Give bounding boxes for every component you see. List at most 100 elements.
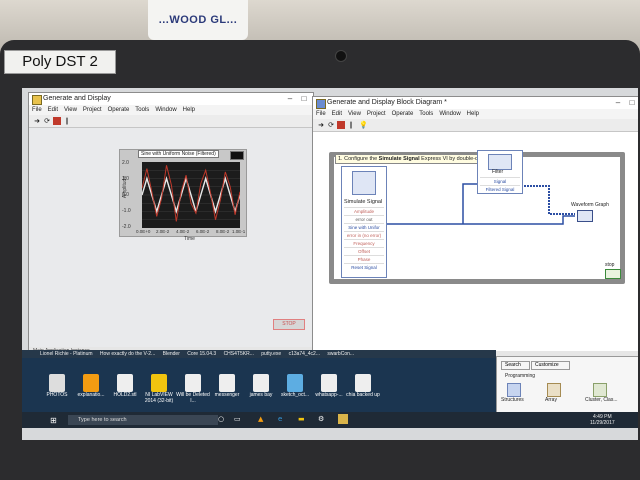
- waveform-chart[interactable]: Sine with Uniform Noise (Filtered) Ampli…: [119, 149, 247, 242]
- taskbar-search-input[interactable]: Type here to search: [68, 415, 218, 425]
- labview-diagram-icon: [316, 99, 326, 109]
- desktop-item[interactable]: CHS4T5KR...: [224, 351, 254, 357]
- labview-taskbar-icon[interactable]: [338, 414, 348, 424]
- run-arrow-icon[interactable]: ➜: [33, 117, 41, 125]
- desktop-icon[interactable]: sketch_oct...: [278, 374, 312, 398]
- menu-tools[interactable]: Tools: [416, 109, 436, 119]
- windows-start-icon[interactable]: ⊞: [50, 416, 57, 425]
- desktop-item[interactable]: Core 15.04.3: [187, 351, 216, 357]
- array-icon[interactable]: [547, 383, 561, 397]
- desktop-icon[interactable]: messenger: [210, 374, 244, 398]
- block-diagram-canvas: 1. Configure the Simulate Signal Express…: [313, 132, 638, 351]
- palette-search-button[interactable]: Search: [501, 361, 530, 370]
- desktop-icon[interactable]: HOLD2.stl: [108, 374, 142, 398]
- webcam: [335, 50, 347, 62]
- cortana-icon[interactable]: ○: [218, 415, 224, 423]
- desktop-icon[interactable]: NI LabVIEW 2014 (32-bit): [142, 374, 176, 404]
- abort-icon[interactable]: [53, 117, 61, 125]
- file-icon: [185, 374, 201, 392]
- sticker-label: Poly DST 2: [4, 50, 116, 74]
- terminal-phase[interactable]: Phase: [344, 255, 384, 263]
- edge-icon[interactable]: e: [278, 415, 282, 423]
- pause-icon[interactable]: ∥: [347, 121, 355, 129]
- system-clock[interactable]: 4:49 PM 11/29/2017: [590, 414, 615, 426]
- minimize-button[interactable]: –: [613, 97, 623, 109]
- desktop-item[interactable]: putty.exe: [261, 351, 281, 357]
- terminal-error-in[interactable]: error in (no error): [344, 231, 384, 239]
- desktop-item[interactable]: How exactly do the V-2...: [100, 351, 155, 357]
- front-panel-titlebar[interactable]: Generate and Display – □: [29, 93, 313, 105]
- vlc-icon: [83, 374, 99, 392]
- desktop-app-strip: Lionel Richie - Platinum How exactly do …: [22, 350, 496, 358]
- x-tick: 4.0E-2: [176, 229, 190, 234]
- terminal-sine-output[interactable]: Sine with Unifor: [344, 223, 384, 231]
- palette-customize-button[interactable]: Customize: [531, 361, 570, 370]
- terminal-reset-signal[interactable]: Reset Signal: [344, 263, 384, 271]
- file-icon: [117, 374, 133, 392]
- menu-help[interactable]: Help: [464, 109, 482, 119]
- task-view-icon[interactable]: ▭: [234, 415, 241, 423]
- plot-legend[interactable]: [230, 151, 244, 160]
- desktop-item[interactable]: Blender: [163, 351, 180, 357]
- desktop-icon[interactable]: explanatio...: [74, 374, 108, 398]
- abort-icon[interactable]: [337, 121, 345, 129]
- menu-window[interactable]: Window: [152, 105, 179, 115]
- simulate-signal-express-vi[interactable]: Simulate Signal Amplitude error out Sine…: [341, 166, 387, 278]
- photos-icon: [49, 374, 65, 392]
- run-continuously-icon[interactable]: ⟳: [327, 121, 335, 129]
- menu-tools[interactable]: Tools: [132, 105, 152, 115]
- menu-project[interactable]: Project: [80, 105, 105, 115]
- stop-label: stop: [605, 262, 615, 268]
- menu-help[interactable]: Help: [180, 105, 198, 115]
- maximize-button[interactable]: □: [627, 97, 637, 109]
- stop-terminal[interactable]: [605, 269, 621, 279]
- desktop-icon[interactable]: whatsapp-...: [312, 374, 346, 398]
- desktop-icon[interactable]: Will be Deleted I...: [176, 374, 210, 404]
- palette-item-cluster[interactable]: Cluster, Clas...: [585, 397, 618, 403]
- highlight-execution-icon[interactable]: 💡: [359, 121, 368, 129]
- desktop-icon[interactable]: PHOTOS: [40, 374, 74, 398]
- terminal-filtered-signal[interactable]: Filtered Signal: [480, 185, 520, 193]
- terminal-offset[interactable]: Offset: [344, 247, 384, 255]
- structures-icon[interactable]: [507, 383, 521, 397]
- filter-express-vi[interactable]: Filter Signal Filtered Signal: [477, 150, 523, 194]
- settings-gear-icon[interactable]: ⚙: [318, 415, 324, 423]
- menu-view[interactable]: View: [61, 105, 80, 115]
- palette-section[interactable]: Programming: [505, 373, 535, 379]
- desktop-item[interactable]: Lionel Richie - Platinum: [40, 351, 93, 357]
- vlc-taskbar-icon[interactable]: ▲: [258, 415, 263, 423]
- desktop-icon[interactable]: chia backed up: [346, 374, 380, 398]
- stop-button[interactable]: STOP: [273, 319, 305, 330]
- cluster-icon[interactable]: [593, 383, 607, 397]
- minimize-button[interactable]: –: [285, 93, 295, 105]
- run-arrow-icon[interactable]: ➜: [317, 121, 325, 129]
- terminal-amplitude[interactable]: Amplitude: [344, 207, 384, 215]
- menu-bar: File Edit View Project Operate Tools Window Hel…: [313, 109, 638, 119]
- menu-view[interactable]: View: [345, 109, 364, 119]
- menu-edit[interactable]: Edit: [45, 105, 61, 115]
- palette-item-array[interactable]: Array: [545, 397, 557, 403]
- menu-operate[interactable]: Operate: [389, 109, 417, 119]
- menu-project[interactable]: Project: [364, 109, 389, 119]
- menu-edit[interactable]: Edit: [329, 109, 345, 119]
- menu-window[interactable]: Window: [436, 109, 463, 119]
- palette-item-structures[interactable]: Structures: [501, 397, 524, 403]
- file-explorer-icon[interactable]: ▬: [298, 415, 305, 423]
- terminal-error-out[interactable]: error out: [344, 215, 384, 223]
- run-continuously-icon[interactable]: ⟳: [43, 117, 51, 125]
- menu-file[interactable]: File: [313, 109, 329, 119]
- y-tick: -2.0: [122, 224, 131, 230]
- pause-icon[interactable]: ∥: [63, 117, 71, 125]
- terminal-signal[interactable]: Signal: [480, 177, 520, 185]
- menu-file[interactable]: File: [29, 105, 45, 115]
- block-diagram-titlebar[interactable]: Generate and Display Block Diagram * – □: [313, 97, 638, 109]
- desktop-item[interactable]: swarbCon...: [327, 351, 354, 357]
- menu-operate[interactable]: Operate: [105, 105, 133, 115]
- desktop-icon[interactable]: james bay: [244, 374, 278, 398]
- waveform-graph-terminal[interactable]: [577, 210, 593, 222]
- graph-label: Sine with Uniform Noise (Filtered): [138, 150, 219, 158]
- terminal-frequency[interactable]: Frequency: [344, 239, 384, 247]
- desktop-item[interactable]: c13a74_4c2...: [289, 351, 320, 357]
- maximize-button[interactable]: □: [299, 93, 309, 105]
- y-tick: 0.0: [122, 192, 129, 198]
